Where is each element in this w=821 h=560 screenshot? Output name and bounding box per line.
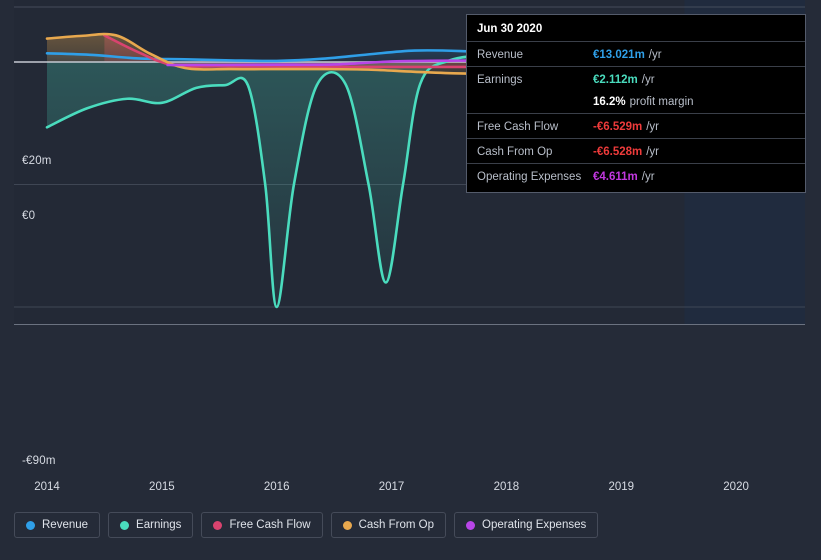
legend-item-cash-from-op[interactable]: Cash From Op: [330, 512, 447, 538]
legend-item-label: Earnings: [136, 519, 182, 531]
y-axis-label-top: €20m: [22, 155, 52, 167]
financial-chart: €20m €0 -€90m 2014 2015 2016 2017 2018 2019 20…: [0, 0, 821, 560]
tooltip-row-value: 16.2%: [593, 96, 626, 108]
legend-item-operating-expenses[interactable]: Operating Expenses: [454, 512, 599, 538]
x-axis-tick-2020: 2020: [723, 481, 749, 493]
tooltip-row-value-group: 16.2% profit margin: [593, 92, 694, 110]
tooltip-row-key: Cash From Op: [477, 146, 553, 158]
tooltip-row: Operating Expenses €4.611m/yr: [467, 163, 805, 188]
legend-item-label: Operating Expenses: [482, 519, 587, 531]
tooltip-row-value-group: -€6.529m/yr: [593, 117, 659, 135]
chart-legend[interactable]: Revenue Earnings Free Cash Flow Cash From O…: [14, 512, 599, 538]
tooltip-row: Earnings €2.112m/yr: [467, 66, 805, 91]
legend-item-free-cash-flow[interactable]: Free Cash Flow: [201, 512, 323, 538]
tooltip-row-value-group: €2.112m/yr: [593, 70, 655, 88]
legend-color-dot-icon: [213, 520, 223, 530]
tooltip-row: 16.2% profit margin: [467, 91, 805, 113]
legend-color-dot-icon: [26, 520, 35, 530]
tooltip-row-key: Revenue: [477, 49, 524, 61]
x-axis-tick-2017: 2017: [378, 481, 405, 493]
x-axis-tick-2019: 2019: [608, 481, 635, 493]
tooltip-row-value-group: €4.611m/yr: [593, 167, 655, 185]
tooltip-row-value-group: -€6.528m/yr: [593, 142, 659, 160]
tooltip-row-value-group: €13.021m/yr: [593, 45, 662, 63]
tooltip-row-unit: /yr: [646, 121, 660, 133]
tooltip-row-value: -€6.528m: [593, 146, 643, 158]
tooltip-date: Jun 30 2020: [477, 23, 543, 35]
tooltip-row-value: €4.611m: [593, 171, 638, 183]
legend-color-dot-icon: [342, 520, 352, 530]
tooltip-row-unit: /yr: [648, 49, 662, 61]
tooltip-row-key: Operating Expenses: [477, 171, 582, 183]
tooltip-row: Free Cash Flow -€6.529m/yr: [467, 113, 805, 138]
legend-color-dot-icon: [120, 520, 130, 530]
tooltip-row-value: -€6.529m: [593, 121, 643, 133]
tooltip-row-value: €13.021m: [593, 49, 645, 61]
tooltip-row-value: €2.112m: [593, 74, 638, 86]
x-axis-tick-2018: 2018: [493, 481, 520, 493]
legend-color-dot-icon: [466, 520, 476, 530]
tooltip-row: Revenue €13.021m/yr: [467, 41, 805, 66]
tooltip-row-unit: /yr: [646, 146, 660, 158]
tooltip-row: Cash From Op -€6.528m/yr: [467, 138, 805, 163]
y-axis-label-zero: €0: [22, 210, 36, 222]
legend-item-label: Cash From Op: [358, 519, 435, 531]
legend-item-revenue[interactable]: Revenue: [14, 512, 101, 538]
legend-item-earnings[interactable]: Earnings: [108, 512, 194, 538]
x-axis-tick-2015: 2015: [149, 481, 175, 493]
y-axis-label-bottom: -€90m: [22, 455, 56, 467]
x-axis-tick-2016: 2016: [263, 481, 290, 493]
legend-item-label: Revenue: [42, 519, 89, 531]
tooltip-row-key: Earnings: [477, 74, 523, 86]
tooltip-row-unit: /yr: [641, 171, 655, 183]
legend-item-label: Free Cash Flow: [229, 519, 311, 531]
tooltip-row-unit: profit margin: [629, 96, 694, 108]
tooltip-rows: Revenue €13.021m/yr Earnings €2.112m/yr 16.2…: [467, 41, 805, 188]
tooltip-row-key: Free Cash Flow: [477, 121, 559, 133]
tooltip-row-unit: /yr: [641, 74, 655, 86]
x-axis-tick-2014: 2014: [34, 481, 60, 493]
data-tooltip: Jun 30 2020 Revenue €13.021m/yr Earnings €2…: [466, 14, 806, 193]
